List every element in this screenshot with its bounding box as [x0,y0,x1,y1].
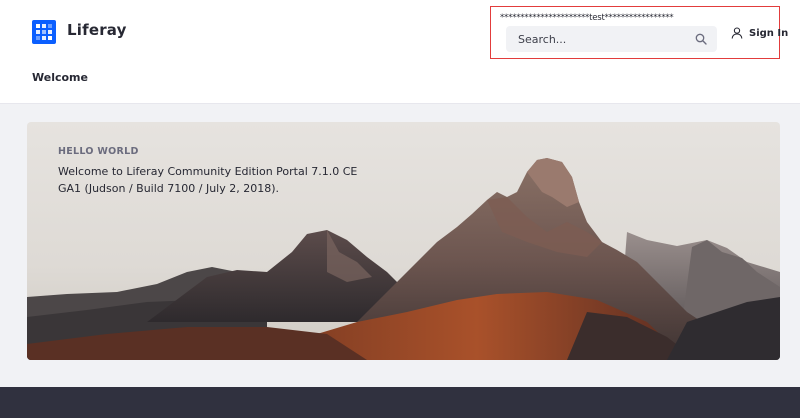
page: Liferay Welcome **********************te… [0,0,800,418]
nav-item-welcome[interactable]: Welcome [32,71,88,84]
sign-in-button[interactable]: Sign In [731,25,788,41]
site-footer [0,387,800,418]
hero-text: Welcome to Liferay Community Edition Por… [58,165,358,195]
search-icon[interactable] [695,33,707,45]
mountain-background-image [27,122,780,360]
hero-banner: HELLO WORLD Welcome to Liferay Community… [27,122,780,360]
hero-eyebrow: HELLO WORLD [58,146,139,157]
user-icon [731,27,743,39]
search-field[interactable] [506,26,717,52]
search-annotation: **********************test**************… [500,13,674,23]
site-header: Liferay Welcome **********************te… [0,0,800,104]
liferay-logo-icon[interactable] [32,20,56,44]
search-input[interactable] [506,26,686,52]
sign-in-label: Sign In [749,27,789,39]
site-name[interactable]: Liferay [67,21,127,39]
